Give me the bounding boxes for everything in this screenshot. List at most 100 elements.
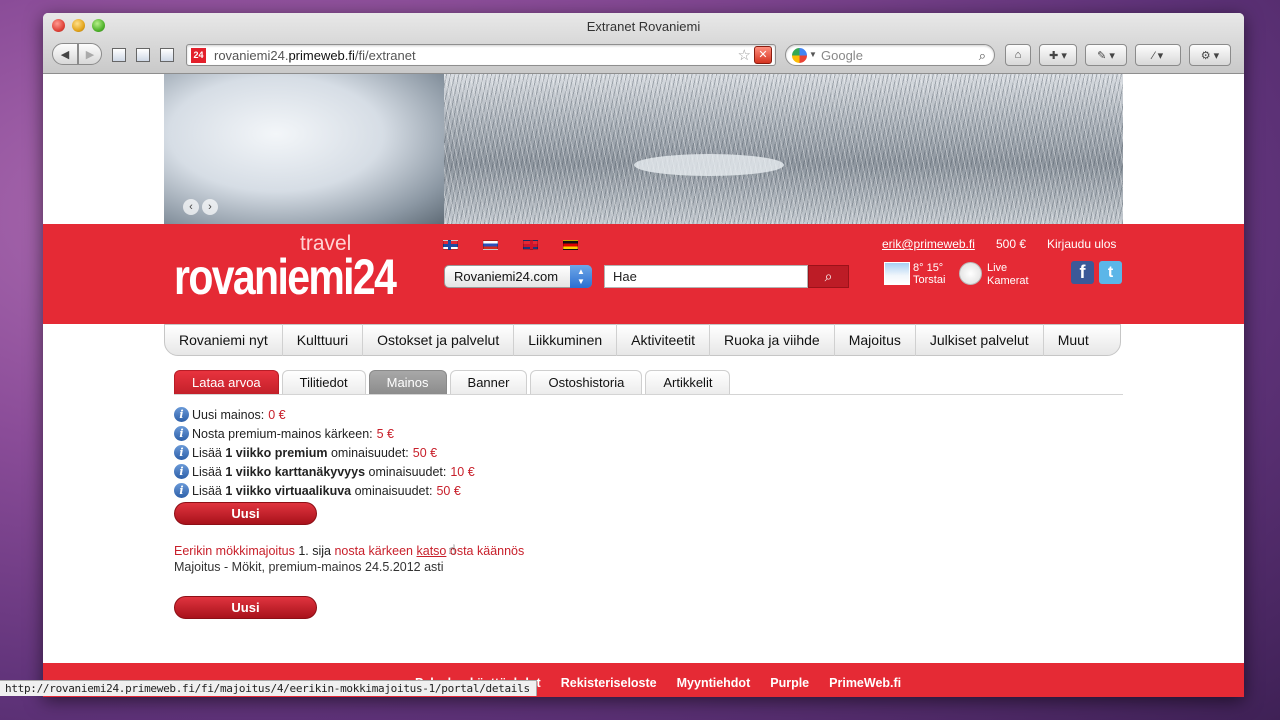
tab-banner[interactable]: Banner xyxy=(449,370,528,394)
tab-artikkelit[interactable]: Artikkelit xyxy=(645,370,731,394)
hero-prev-button[interactable]: ‹ xyxy=(183,199,199,215)
nav-item-ostokset[interactable]: Ostokset ja palvelut xyxy=(363,324,515,356)
updown-arrows-icon: ▲ ▼ xyxy=(570,265,592,288)
tab-lataa-arvoa[interactable]: Lataa arvoa xyxy=(174,370,279,394)
live-cameras-line2: Kamerat xyxy=(987,275,1029,287)
facebook-icon[interactable]: f xyxy=(1071,261,1094,284)
forward-button[interactable]: ▶ xyxy=(78,43,102,65)
google-icon xyxy=(792,48,807,63)
russian-flag-icon[interactable] xyxy=(483,240,498,250)
logout-link[interactable]: Kirjaudu ulos xyxy=(1047,237,1116,251)
listing-row: Eerikin mökkimajoitus 1. sija nosta kärk… xyxy=(174,544,524,558)
finnish-flag-icon[interactable] xyxy=(443,240,458,250)
info-text-post: ominaisuudet: xyxy=(365,464,447,479)
browser-search-input[interactable]: ▼ Google ⌕ xyxy=(785,44,995,66)
live-cameras-link[interactable]: Live Kamerat xyxy=(987,262,1029,288)
tab-tilitiedot[interactable]: Tilitiedot xyxy=(281,370,366,394)
hero-next-button[interactable]: › xyxy=(202,199,218,215)
account-email-link[interactable]: erik@primeweb.fi xyxy=(882,237,975,251)
german-flag-icon[interactable] xyxy=(563,240,578,250)
english-flag-icon[interactable] xyxy=(523,240,538,250)
info-price: 50 € xyxy=(436,483,461,498)
new-listing-button[interactable]: Uusi xyxy=(174,596,317,619)
nav-item-kulttuuri[interactable]: Kulttuuri xyxy=(283,324,364,356)
weather-temperature: 8° 15° xyxy=(913,262,944,274)
search-engine-dropdown-icon[interactable]: ▼ xyxy=(809,50,817,59)
site-selector[interactable]: Rovaniemi24.com ▲ ▼ xyxy=(444,265,592,288)
nav-item-rovaniemi-nyt[interactable]: Rovaniemi nyt xyxy=(165,324,283,356)
footer-link-sales-terms[interactable]: Myyntiehdot xyxy=(677,676,751,690)
weather-icon[interactable] xyxy=(884,262,910,285)
view-link[interactable]: katso xyxy=(417,544,447,558)
add-bookmark-button[interactable]: ✚ ▾ xyxy=(1039,44,1077,66)
frozen-lake-image xyxy=(634,154,784,176)
forward-arrow-icon: ▶ xyxy=(85,48,95,61)
chevron-left-icon: ‹ xyxy=(189,201,193,213)
stop-loading-button[interactable]: ✕ xyxy=(754,46,772,64)
nav-item-julkiset[interactable]: Julkiset palvelut xyxy=(916,324,1044,356)
info-text: Uusi mainos: xyxy=(192,407,265,422)
url-text[interactable]: rovaniemi24.primeweb.fi/fi/extranet xyxy=(214,48,416,63)
settings-button[interactable]: ⚙ ▾ xyxy=(1189,44,1231,66)
extension-button-2[interactable]: ⁄ ▾ xyxy=(1135,44,1181,66)
browser-window: Extranet Rovaniemi ◀ ▶ 24 rovaniemi24.pr… xyxy=(43,13,1244,697)
nav-item-ruoka[interactable]: Ruoka ja viihde xyxy=(710,324,835,356)
footer-link-primeweb[interactable]: PrimeWeb.fi xyxy=(829,676,901,690)
info-icon[interactable]: i xyxy=(174,445,189,460)
wand-icon: ⁄ ▾ xyxy=(1152,49,1164,62)
twitter-icon[interactable]: t xyxy=(1099,261,1122,284)
back-button[interactable]: ◀ xyxy=(52,43,78,65)
extension-button-1[interactable]: ✎ ▾ xyxy=(1085,44,1127,66)
site-search-button[interactable]: ⌕ xyxy=(808,265,849,288)
tab-mainos[interactable]: Mainos xyxy=(368,370,447,394)
info-text-pre: Lisää xyxy=(192,445,226,460)
webcam-icon[interactable] xyxy=(959,262,982,285)
nav-item-majoitus[interactable]: Majoitus xyxy=(835,324,916,356)
site-search-input[interactable]: Hae xyxy=(604,265,808,288)
logo-main-text: rovaniemi24 xyxy=(174,249,397,305)
account-balance: 500 € xyxy=(996,237,1027,251)
info-icon[interactable]: i xyxy=(174,407,189,422)
translate-link[interactable]: käännös xyxy=(477,544,524,558)
site-favicon: 24 xyxy=(191,48,206,63)
weather-widget[interactable]: 8° 15° Torstai xyxy=(913,262,945,286)
info-price: 0 € xyxy=(268,407,286,422)
tab-ostoshistoria[interactable]: Ostoshistoria xyxy=(530,370,643,394)
nav-item-aktiviteetit[interactable]: Aktiviteetit xyxy=(617,324,710,356)
nav-item-muut[interactable]: Muut xyxy=(1044,324,1103,356)
extranet-tabs: Lataa arvoa Tilitiedot Mainos Banner Ost… xyxy=(174,370,731,394)
info-text-pre: Lisää xyxy=(192,483,226,498)
raise-to-top-link[interactable]: nosta kärkeen xyxy=(334,544,413,558)
footer-link-purple[interactable]: Purple xyxy=(770,676,809,690)
list-item: i Nosta premium-mainos kärkeen: 5 € xyxy=(174,424,475,443)
listing-name-link[interactable]: Eerikin mökkimajoitus xyxy=(174,544,295,558)
new-ad-button[interactable]: Uusi xyxy=(174,502,317,525)
chevron-right-icon: › xyxy=(208,201,212,213)
info-icon[interactable]: i xyxy=(174,483,189,498)
bookmark-star-icon[interactable]: ☆ xyxy=(738,46,751,64)
close-icon: ✕ xyxy=(758,49,768,61)
search-icon: ⌕ xyxy=(824,268,833,284)
info-text: Nosta premium-mainos kärkeen: xyxy=(192,426,373,441)
status-bar: http://rovaniemi24.primeweb.fi/fi/majoit… xyxy=(0,680,537,696)
url-host: rovaniemi24. xyxy=(214,48,289,63)
reader-icon[interactable] xyxy=(160,48,174,62)
listing-subtitle: Majoitus - Mökit, premium-mainos 24.5.20… xyxy=(174,560,444,574)
pricing-info-list: i Uusi mainos: 0 € i Nosta premium-maino… xyxy=(174,405,475,500)
list-item: i Lisää 1 viikko karttanäkyvyys ominaisu… xyxy=(174,462,475,481)
weather-day: Torstai xyxy=(913,274,946,286)
info-text-bold: 1 viikko premium xyxy=(225,445,328,460)
nav-item-liikkuminen[interactable]: Liikkuminen xyxy=(514,324,618,356)
url-path: /fi/extranet xyxy=(354,48,416,63)
info-icon[interactable]: i xyxy=(174,426,189,441)
footer-link-register[interactable]: Rekisteriseloste xyxy=(561,676,657,690)
browser-toolbar: Extranet Rovaniemi ◀ ▶ 24 rovaniemi24.pr… xyxy=(43,13,1244,74)
top-sites-icon[interactable] xyxy=(112,48,126,62)
info-icon[interactable]: i xyxy=(174,464,189,479)
home-button[interactable]: ⌂ xyxy=(1005,44,1031,66)
hand-cursor-icon: ☝ xyxy=(448,542,456,557)
address-bar[interactable]: 24 rovaniemi24.primeweb.fi/fi/extranet ☆… xyxy=(186,44,776,66)
live-cameras-line1: Live xyxy=(987,262,1008,274)
bookmarks-icon[interactable] xyxy=(136,48,150,62)
page-viewport: ‹ › travel rovaniemi24 Rovaniemi24.com ▲… xyxy=(43,74,1244,697)
